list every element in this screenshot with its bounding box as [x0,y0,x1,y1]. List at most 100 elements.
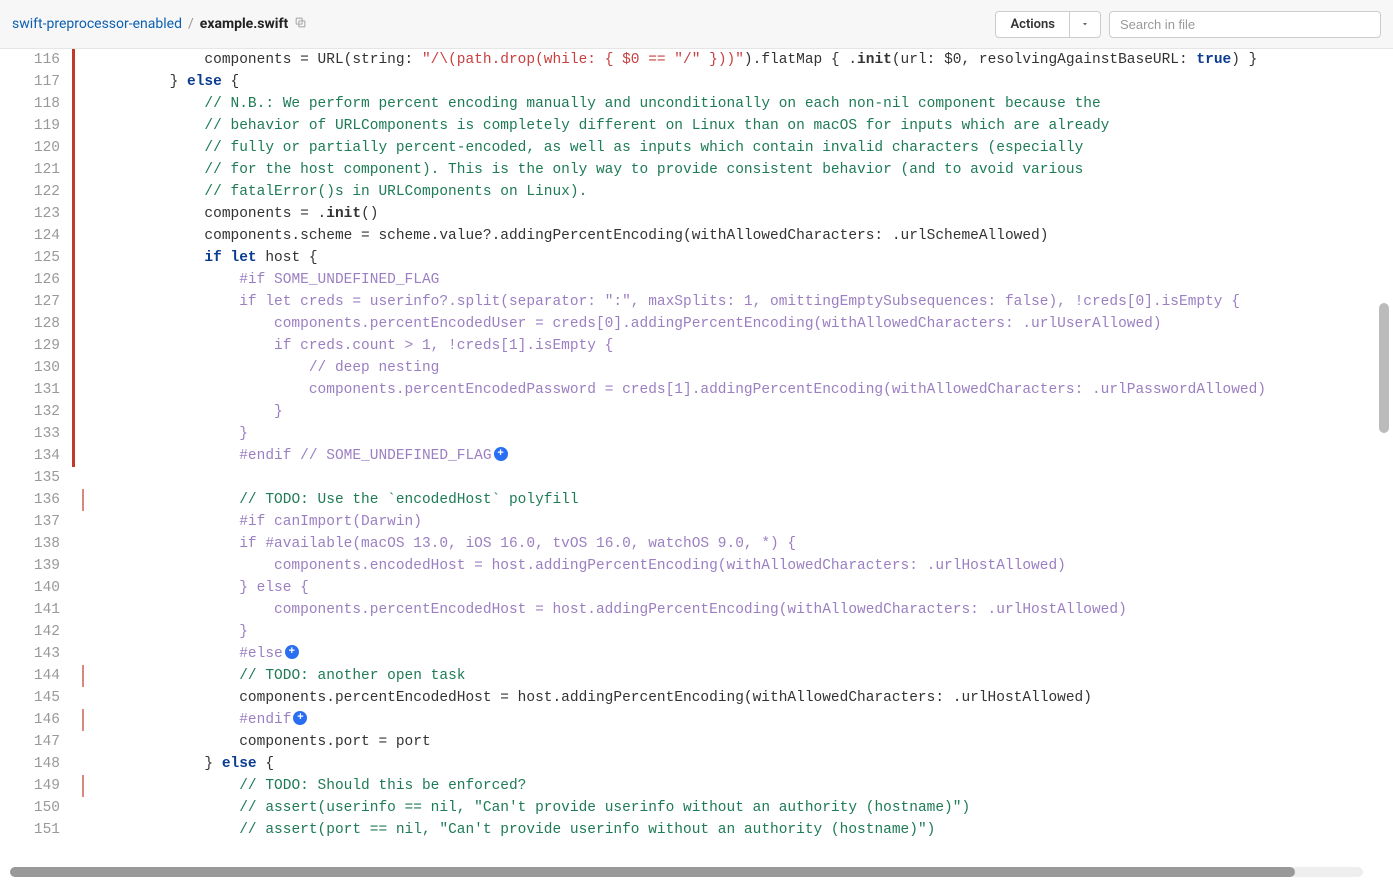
code-line[interactable]: 151 // assert(port == nil, "Can't provid… [0,819,1393,841]
code-content[interactable]: // fully or partially percent-encoded, a… [92,137,1393,159]
code-content[interactable]: components.percentEncodedPassword = cred… [92,379,1393,401]
line-number[interactable]: 119 [0,115,68,137]
line-number[interactable]: 120 [0,137,68,159]
code-content[interactable]: components = .init() [92,203,1393,225]
code-line[interactable]: 118 // N.B.: We perform percent encoding… [0,93,1393,115]
actions-dropdown[interactable]: Actions [995,11,1101,38]
vertical-scrollbar[interactable] [1379,50,1389,865]
line-number[interactable]: 146 [0,709,68,731]
code-content[interactable]: components.port = port [92,731,1393,753]
line-number[interactable]: 139 [0,555,68,577]
line-number[interactable]: 130 [0,357,68,379]
code-line[interactable]: 126 #if SOME_UNDEFINED_FLAG [0,269,1393,291]
line-number[interactable]: 117 [0,71,68,93]
code-content[interactable]: #endif // SOME_UNDEFINED_FLAG+ [92,445,1393,467]
code-content[interactable]: components = URL(string: "/\(path.drop(w… [92,49,1393,71]
line-number[interactable]: 118 [0,93,68,115]
code-line[interactable]: 122 // fatalError()s in URLComponents on… [0,181,1393,203]
line-number[interactable]: 149 [0,775,68,797]
code-line[interactable]: 128 components.percentEncodedUser = cred… [0,313,1393,335]
line-number[interactable]: 143 [0,643,68,665]
code-line[interactable]: 116 components = URL(string: "/\(path.dr… [0,49,1393,71]
code-line[interactable]: 141 components.percentEncodedHost = host… [0,599,1393,621]
code-content[interactable]: if #available(macOS 13.0, iOS 16.0, tvOS… [92,533,1393,555]
line-number[interactable]: 145 [0,687,68,709]
code-line[interactable]: 145 components.percentEncodedHost = host… [0,687,1393,709]
plus-icon[interactable]: + [293,711,307,725]
copy-path-icon[interactable] [294,16,307,33]
code-line[interactable]: 120 // fully or partially percent-encode… [0,137,1393,159]
code-line[interactable]: 124 components.scheme = scheme.value?.ad… [0,225,1393,247]
line-number[interactable]: 134 [0,445,68,467]
code-content[interactable]: // N.B.: We perform percent encoding man… [92,93,1393,115]
line-number[interactable]: 142 [0,621,68,643]
code-content[interactable]: } [92,401,1393,423]
line-number[interactable]: 144 [0,665,68,687]
code-line[interactable]: 132 } [0,401,1393,423]
code-content[interactable]: // TODO: another open task [92,665,1393,687]
code-content[interactable]: if let creds = userinfo?.split(separator… [92,291,1393,313]
code-content[interactable]: components.scheme = scheme.value?.adding… [92,225,1393,247]
line-number[interactable]: 126 [0,269,68,291]
code-line[interactable]: 131 components.percentEncodedPassword = … [0,379,1393,401]
code-content[interactable]: if creds.count > 1, !creds[1].isEmpty { [92,335,1393,357]
code-line[interactable]: 121 // for the host component). This is … [0,159,1393,181]
code-content[interactable]: // TODO: Use the `encodedHost` polyfill [92,489,1393,511]
line-number[interactable]: 116 [0,49,68,71]
code-line[interactable]: 148 } else { [0,753,1393,775]
line-number[interactable]: 131 [0,379,68,401]
line-number[interactable]: 124 [0,225,68,247]
code-line[interactable]: 142 } [0,621,1393,643]
code-line[interactable]: 144 // TODO: another open task [0,665,1393,687]
code-line[interactable]: 137 #if canImport(Darwin) [0,511,1393,533]
line-number[interactable]: 123 [0,203,68,225]
code-line[interactable]: 139 components.encodedHost = host.adding… [0,555,1393,577]
code-content[interactable]: // TODO: Should this be enforced? [92,775,1393,797]
line-number[interactable]: 132 [0,401,68,423]
code-content[interactable] [92,467,1393,489]
code-content[interactable]: // behavior of URLComponents is complete… [92,115,1393,137]
code-content[interactable]: #else+ [92,643,1393,665]
code-content[interactable]: // assert(userinfo == nil, "Can't provid… [92,797,1393,819]
line-number[interactable]: 127 [0,291,68,313]
code-line[interactable]: 143 #else+ [0,643,1393,665]
line-number[interactable]: 135 [0,467,68,489]
horizontal-scrollbar[interactable] [10,867,1363,877]
line-number[interactable]: 147 [0,731,68,753]
code-content[interactable]: } [92,423,1393,445]
code-content[interactable]: components.percentEncodedHost = host.add… [92,599,1393,621]
code-line[interactable]: 149 // TODO: Should this be enforced? [0,775,1393,797]
code-content[interactable]: } else { [92,71,1393,93]
line-number[interactable]: 121 [0,159,68,181]
breadcrumb-repo-link[interactable]: swift-preprocessor-enabled [12,16,182,32]
code-line[interactable]: 117 } else { [0,71,1393,93]
code-line[interactable]: 140 } else { [0,577,1393,599]
search-input[interactable] [1109,11,1381,38]
code-content[interactable]: // assert(port == nil, "Can't provide us… [92,819,1393,841]
code-line[interactable]: 138 if #available(macOS 13.0, iOS 16.0, … [0,533,1393,555]
actions-button-label[interactable]: Actions [996,12,1069,37]
code-content[interactable]: components.encodedHost = host.addingPerc… [92,555,1393,577]
line-number[interactable]: 140 [0,577,68,599]
code-content[interactable]: } else { [92,577,1393,599]
code-content[interactable]: // deep nesting [92,357,1393,379]
code-line[interactable]: 133 } [0,423,1393,445]
code-line[interactable]: 125 if let host { [0,247,1393,269]
code-line[interactable]: 146 #endif+ [0,709,1393,731]
line-number[interactable]: 122 [0,181,68,203]
code-viewer[interactable]: 116 components = URL(string: "/\(path.dr… [0,49,1393,886]
code-line[interactable]: 127 if let creds = userinfo?.split(separ… [0,291,1393,313]
code-content[interactable]: } [92,621,1393,643]
code-content[interactable]: // fatalError()s in URLComponents on Lin… [92,181,1393,203]
code-content[interactable]: if let host { [92,247,1393,269]
code-content[interactable]: // for the host component). This is the … [92,159,1393,181]
line-number[interactable]: 148 [0,753,68,775]
code-line[interactable]: 135 [0,467,1393,489]
line-number[interactable]: 141 [0,599,68,621]
code-line[interactable]: 119 // behavior of URLComponents is comp… [0,115,1393,137]
code-line[interactable]: 129 if creds.count > 1, !creds[1].isEmpt… [0,335,1393,357]
chevron-down-icon[interactable] [1069,12,1100,37]
code-line[interactable]: 130 // deep nesting [0,357,1393,379]
code-line[interactable]: 136 // TODO: Use the `encodedHost` polyf… [0,489,1393,511]
line-number[interactable]: 136 [0,489,68,511]
